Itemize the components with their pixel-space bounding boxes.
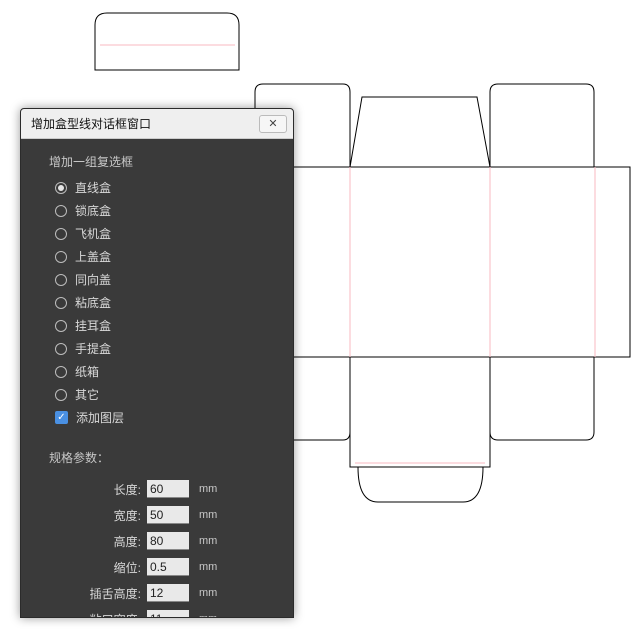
- add-box-dialog: 增加盒型线对话框窗口 ✕ 增加一组复选框 直线盒锁底盒飞机盒上盖盒同向盖粘底盒挂…: [20, 108, 294, 618]
- spec-label: 宽度:: [49, 507, 143, 524]
- group-label: 增加一组复选框: [49, 153, 275, 170]
- spec-unit: mm: [199, 535, 217, 547]
- option-label: 锁底盒: [75, 202, 111, 219]
- dialog-titlebar[interactable]: 增加盒型线对话框窗口 ✕: [21, 109, 293, 139]
- spec-unit: mm: [199, 587, 217, 599]
- spec-label: 插舌高度:: [49, 585, 143, 602]
- radio-icon: [55, 297, 67, 309]
- spec-unit: mm: [199, 613, 217, 617]
- box-type-option[interactable]: 挂耳盒: [55, 314, 275, 337]
- add-layer-option[interactable]: 添加图层: [55, 406, 275, 429]
- close-icon: ✕: [268, 117, 277, 130]
- box-type-option[interactable]: 其它: [55, 383, 275, 406]
- spec-unit: mm: [199, 509, 217, 521]
- add-layer-label: 添加图层: [76, 409, 124, 426]
- option-label: 上盖盒: [75, 248, 111, 265]
- spec-section: 规格参数： 长度: mm 宽度: mm 高度: mm 缩位: mm 插舌高度: mm 粘口宽度: mm: [49, 449, 275, 617]
- checkbox-icon: [55, 411, 68, 424]
- spec-unit: mm: [199, 483, 217, 495]
- close-button[interactable]: ✕: [259, 115, 287, 133]
- box-type-option[interactable]: 飞机盒: [55, 222, 275, 245]
- spec-input[interactable]: [147, 532, 189, 550]
- box-type-option[interactable]: 直线盒: [55, 176, 275, 199]
- option-label: 同向盖: [75, 271, 111, 288]
- option-label: 其它: [75, 386, 99, 403]
- box-type-option[interactable]: 上盖盒: [55, 245, 275, 268]
- option-label: 直线盒: [75, 179, 111, 196]
- radio-icon: [55, 274, 67, 286]
- dialog-title: 增加盒型线对话框窗口: [31, 115, 151, 132]
- option-label: 粘底盒: [75, 294, 111, 311]
- radio-icon: [55, 228, 67, 240]
- box-type-option[interactable]: 锁底盒: [55, 199, 275, 222]
- spec-title: 规格参数：: [49, 449, 275, 466]
- option-label: 挂耳盒: [75, 317, 111, 334]
- spec-input[interactable]: [147, 480, 189, 498]
- radio-icon: [55, 205, 67, 217]
- option-label: 纸箱: [75, 363, 99, 380]
- box-type-option[interactable]: 同向盖: [55, 268, 275, 291]
- radio-icon: [55, 366, 67, 378]
- box-type-option[interactable]: 纸箱: [55, 360, 275, 383]
- box-type-option[interactable]: 粘底盒: [55, 291, 275, 314]
- spec-label: 高度:: [49, 533, 143, 550]
- spec-input[interactable]: [147, 558, 189, 576]
- spec-row: 高度: mm: [49, 528, 275, 554]
- spec-row: 缩位: mm: [49, 554, 275, 580]
- radio-icon: [55, 251, 67, 263]
- radio-icon: [55, 320, 67, 332]
- spec-input[interactable]: [147, 584, 189, 602]
- radio-icon: [55, 389, 67, 401]
- spec-label: 粘口宽度:: [49, 611, 143, 618]
- box-type-options: 直线盒锁底盒飞机盒上盖盒同向盖粘底盒挂耳盒手提盒纸箱其它添加图层: [55, 176, 275, 429]
- spec-row: 粘口宽度: mm: [49, 606, 275, 617]
- spec-unit: mm: [199, 561, 217, 573]
- spec-input[interactable]: [147, 610, 189, 617]
- option-label: 手提盒: [75, 340, 111, 357]
- option-label: 飞机盒: [75, 225, 111, 242]
- radio-icon: [55, 343, 67, 355]
- spec-input[interactable]: [147, 506, 189, 524]
- radio-icon: [55, 182, 67, 194]
- box-type-option[interactable]: 手提盒: [55, 337, 275, 360]
- spec-row: 长度: mm: [49, 476, 275, 502]
- spec-label: 长度:: [49, 481, 143, 498]
- dialog-body: 增加一组复选框 直线盒锁底盒飞机盒上盖盒同向盖粘底盒挂耳盒手提盒纸箱其它添加图层…: [21, 139, 293, 617]
- spec-row: 插舌高度: mm: [49, 580, 275, 606]
- spec-row: 宽度: mm: [49, 502, 275, 528]
- spec-label: 缩位:: [49, 559, 143, 576]
